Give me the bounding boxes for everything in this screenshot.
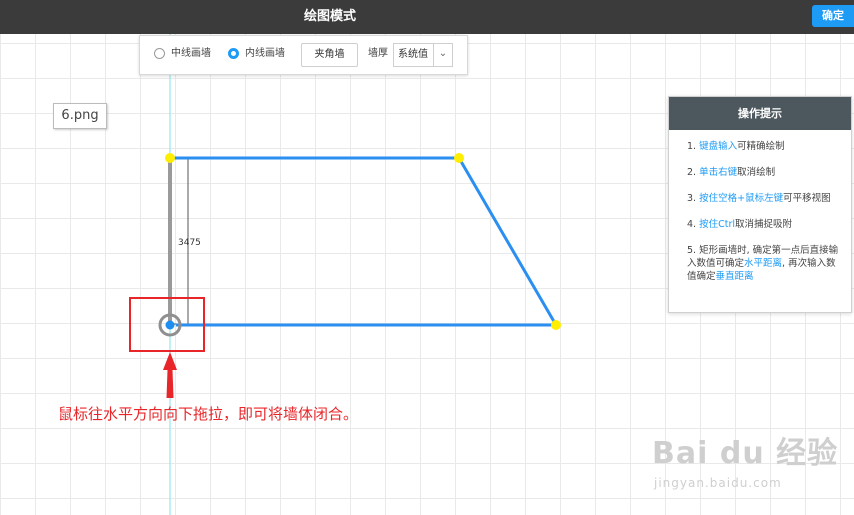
- tip-text: 可精确绘制: [737, 141, 785, 152]
- thickness-label: 墙厚: [368, 48, 388, 59]
- tip-text: 可平移视图: [783, 193, 831, 204]
- radio-inner-line-label[interactable]: 内线画墙: [245, 47, 285, 61]
- tip-highlight: 垂直距离: [715, 271, 754, 282]
- drawing-toolbar: 中线画墙 内线画墙 夹角墙 墙厚 系统值 ⌄: [139, 35, 468, 75]
- tip-item: 2. 单击右键取消绘制: [687, 166, 841, 179]
- tip-highlight: 水平距离: [744, 258, 783, 269]
- thickness-select[interactable]: 系统值 ⌄: [393, 43, 453, 67]
- tip-highlight: 按住空格+鼠标左键: [699, 193, 784, 204]
- tip-number: 4.: [687, 219, 697, 230]
- confirm-button[interactable]: 确定: [812, 5, 854, 27]
- baidu-watermark: Bai du 经验 jingyan.baidu.com: [652, 420, 852, 500]
- annotation-arrow: [163, 352, 177, 398]
- instruction-caption: 鼠标往水平方向向下拖拉，即可将墙体闭合。: [58, 405, 359, 423]
- radio-center-line-label[interactable]: 中线画墙: [171, 47, 211, 61]
- wall-vertex[interactable]: [551, 320, 561, 330]
- tip-number: 5.: [687, 245, 697, 256]
- watermark-url: jingyan.baidu.com: [654, 476, 782, 490]
- radio-inner-line[interactable]: [228, 48, 239, 59]
- tip-number: 2.: [687, 167, 697, 178]
- tip-item: 3. 按住空格+鼠标左键可平移视图: [687, 192, 841, 205]
- wall-vertex[interactable]: [165, 153, 175, 163]
- tip-item: 4. 按住Ctrl取消捕捉吸附: [687, 218, 841, 231]
- tip-item: 5. 矩形画墙时, 确定第一点后直接输入数值可确定水平距离, 再次输入数值确定垂…: [687, 244, 841, 283]
- cursor-point[interactable]: [165, 320, 175, 330]
- corner-wall-button[interactable]: 夹角墙: [301, 43, 358, 67]
- file-name-label: 6.png: [53, 103, 107, 129]
- radio-center-line[interactable]: [154, 48, 165, 59]
- tip-text: 取消捕捉吸附: [735, 219, 793, 230]
- tip-highlight: 单击右键: [699, 167, 738, 178]
- thickness-value: 系统值: [398, 49, 428, 60]
- wall-vertex[interactable]: [454, 153, 464, 163]
- tips-title: 操作提示: [669, 97, 851, 130]
- tip-item: 1. 键盘输入可精确绘制: [687, 140, 841, 153]
- tip-number: 3.: [687, 193, 697, 204]
- dimension-label: 3475: [178, 238, 201, 248]
- tips-panel: 操作提示 1. 键盘输入可精确绘制 2. 单击右键取消绘制 3. 按住空格+鼠标…: [668, 96, 852, 313]
- tip-highlight: 按住Ctrl: [699, 219, 736, 230]
- mode-title: 绘图模式: [303, 9, 356, 24]
- chevron-down-icon[interactable]: ⌄: [433, 44, 452, 66]
- watermark-logo: Bai du 经验: [652, 436, 839, 471]
- tips-list: 1. 键盘输入可精确绘制 2. 单击右键取消绘制 3. 按住空格+鼠标左键可平移…: [669, 130, 851, 283]
- tip-number: 1.: [687, 141, 697, 152]
- wall-path[interactable]: [170, 156, 559, 327]
- tip-highlight: 键盘输入: [699, 141, 738, 152]
- top-bar: 绘图模式 确定: [0, 0, 854, 34]
- tip-text: 取消绘制: [737, 167, 776, 178]
